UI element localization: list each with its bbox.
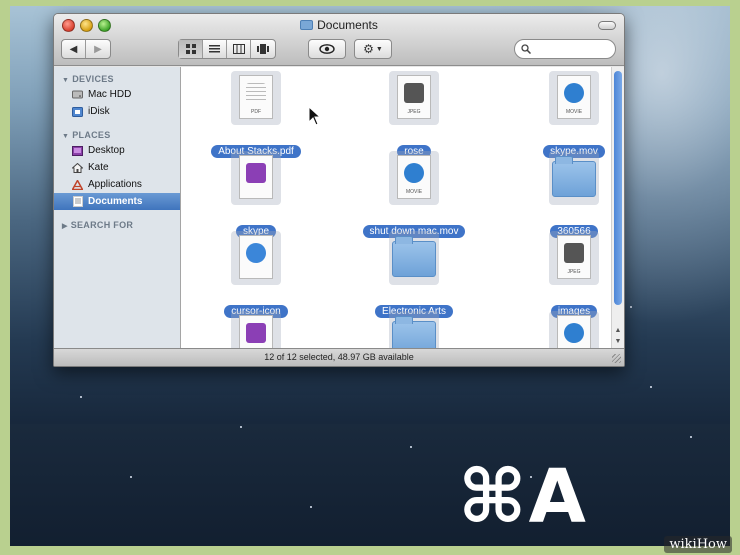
file-type-tag: MOVIE bbox=[565, 109, 583, 115]
mouse-pointer-icon bbox=[308, 106, 322, 126]
movie-file-icon: MOVIE bbox=[549, 71, 599, 125]
file-item[interactable] bbox=[349, 311, 479, 348]
coverflow-view-icon[interactable] bbox=[251, 40, 275, 58]
file-item[interactable] bbox=[191, 311, 321, 348]
status-text: 12 of 12 selected, 48.97 GB available bbox=[264, 352, 414, 362]
file-item[interactable]: MOVIE shut down mac.mov bbox=[349, 151, 479, 239]
file-item[interactable]: JPEG rose bbox=[349, 71, 479, 159]
file-type-tag: JPEG bbox=[567, 269, 581, 275]
file-type-tag: MOVIE bbox=[405, 189, 423, 195]
sidebar-item-documents[interactable]: Documents bbox=[54, 193, 180, 210]
sidebar-item-kate[interactable]: Kate bbox=[54, 159, 180, 176]
list-view-icon[interactable] bbox=[203, 40, 227, 58]
search-field[interactable] bbox=[514, 39, 616, 59]
movie-file-icon: MPEG-4 bbox=[549, 311, 599, 348]
eye-icon bbox=[319, 44, 335, 54]
idisk-icon bbox=[72, 106, 83, 117]
jpeg-file-icon: JPEG bbox=[389, 71, 439, 125]
disclosure-triangle-icon[interactable]: ▼ bbox=[62, 77, 69, 84]
folder-icon bbox=[389, 311, 439, 348]
sidebar-item-desktop[interactable]: Desktop bbox=[54, 142, 180, 159]
file-type-tag: PDF bbox=[251, 109, 261, 115]
finder-window: Documents ◀ ▶ ⚙ ▼ ▼ DEVICES Mac HDD iDis… bbox=[53, 13, 625, 367]
sidebar-section-places[interactable]: ▼ PLACES bbox=[54, 128, 180, 142]
file-item[interactable]: MPEG-4 bbox=[509, 311, 624, 348]
status-bar: 12 of 12 selected, 48.97 GB available bbox=[54, 348, 624, 366]
file-item[interactable]: MOVIE skype.mov bbox=[509, 71, 624, 159]
file-item[interactable]: Electronic Arts bbox=[349, 231, 479, 319]
toolbar-toggle-button[interactable] bbox=[598, 21, 616, 30]
forward-arrow-icon[interactable]: ▶ bbox=[86, 40, 110, 58]
desktop-background: Documents ◀ ▶ ⚙ ▼ ▼ DEVICES Mac HDD iDis… bbox=[10, 6, 730, 546]
disclosure-triangle-icon[interactable]: ▶ bbox=[62, 222, 68, 230]
quick-look-button[interactable] bbox=[308, 39, 346, 59]
disclosure-triangle-icon[interactable]: ▼ bbox=[62, 133, 69, 140]
back-forward-control: ◀ ▶ bbox=[61, 39, 111, 59]
view-mode-control bbox=[178, 39, 276, 59]
sidebar-item-idisk[interactable]: iDisk bbox=[54, 103, 180, 120]
keyboard-shortcut-caption: ⌘A bbox=[458, 454, 588, 540]
chevron-down-icon: ▼ bbox=[375, 45, 383, 53]
search-icon bbox=[521, 44, 531, 54]
file-grid: ▲ ▼ PDF About Stacks.pdf JPEG rose MOVIE skyp… bbox=[181, 67, 624, 348]
sidebar: ▼DEVICES Mac HDD iDisk ▼PLACES Desktop bbox=[54, 67, 181, 348]
documents-icon bbox=[72, 196, 83, 207]
safari-file-icon bbox=[231, 231, 281, 285]
folder-icon bbox=[300, 20, 314, 30]
column-view-icon[interactable] bbox=[227, 40, 251, 58]
file-item[interactable]: skype bbox=[191, 151, 321, 239]
sidebar-section-devices[interactable]: ▼ DEVICES bbox=[54, 72, 180, 86]
folder-icon bbox=[549, 151, 599, 205]
window-body: ▼DEVICES Mac HDD iDisk ▼PLACES Desktop bbox=[54, 67, 624, 348]
window-title: Documents bbox=[54, 18, 624, 32]
file-item[interactable]: PDF About Stacks.pdf bbox=[191, 71, 321, 159]
wikihow-watermark: wikiHow bbox=[664, 536, 732, 553]
app-file-icon bbox=[231, 151, 281, 205]
sidebar-item-mac-hdd[interactable]: Mac HDD bbox=[54, 86, 180, 103]
file-item[interactable]: 360566 bbox=[509, 151, 624, 239]
hard-drive-icon bbox=[72, 89, 83, 100]
file-item[interactable]: JPEG images bbox=[509, 231, 624, 319]
resize-grip-icon[interactable] bbox=[612, 354, 621, 363]
home-icon bbox=[72, 162, 83, 173]
action-menu-button[interactable]: ⚙ ▼ bbox=[354, 39, 392, 59]
file-type-tag: JPEG bbox=[407, 109, 421, 115]
desktop-icon bbox=[72, 145, 83, 156]
app-file-icon bbox=[231, 311, 281, 348]
back-arrow-icon[interactable]: ◀ bbox=[62, 40, 86, 58]
sidebar-item-applications[interactable]: Applications bbox=[54, 176, 180, 193]
file-item[interactable]: cursor-icon bbox=[191, 231, 321, 319]
gear-icon: ⚙ bbox=[363, 42, 374, 56]
movie-file-icon: MOVIE bbox=[389, 151, 439, 205]
folder-icon bbox=[389, 231, 439, 285]
icon-view-icon[interactable] bbox=[179, 40, 203, 58]
applications-icon bbox=[72, 179, 83, 190]
sidebar-section-search-for[interactable]: ▶ SEARCH FOR bbox=[54, 218, 180, 232]
title-bar: Documents ◀ ▶ ⚙ ▼ bbox=[54, 14, 624, 66]
pdf-file-icon: PDF bbox=[231, 71, 281, 125]
jpeg-file-icon: JPEG bbox=[549, 231, 599, 285]
window-title-text: Documents bbox=[317, 18, 378, 32]
